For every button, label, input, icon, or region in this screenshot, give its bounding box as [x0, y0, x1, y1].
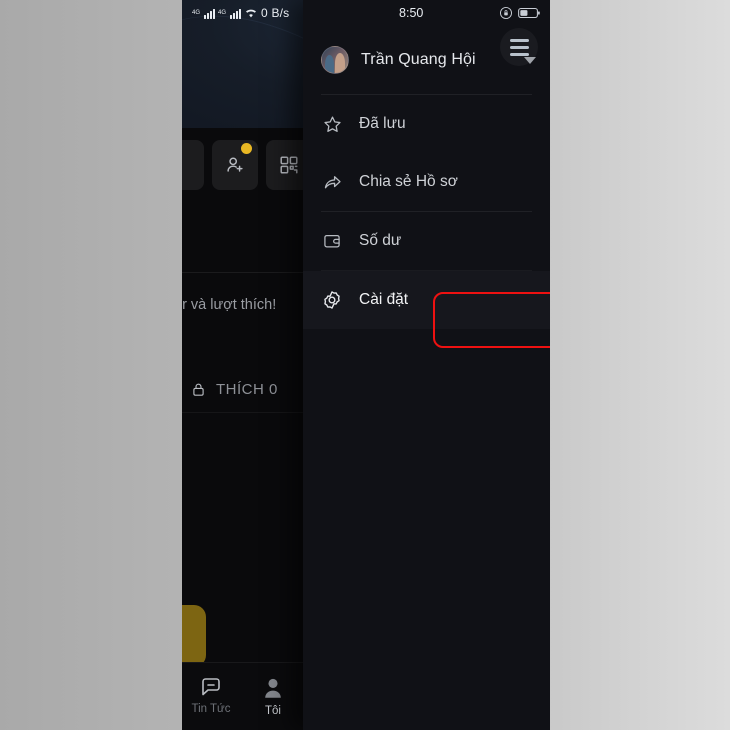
drawer-item-label: Số dư — [359, 232, 402, 249]
drawer-item-cai-dat[interactable]: Cài đặt — [303, 271, 550, 329]
drawer-item-label: Chia sẻ Hồ sơ — [359, 173, 458, 190]
status-bar-clock: 8:50 — [399, 6, 424, 20]
phone-screen: er và lượt thích! wer THÍCH 0 Tin Tức — [182, 0, 550, 730]
drawer-item-so-du[interactable]: Số dư — [303, 212, 550, 270]
hamburger-menu-icon — [509, 38, 529, 42]
star-icon — [321, 113, 343, 135]
gear-icon — [321, 289, 343, 311]
network-speed-label: 0 B/s — [261, 6, 290, 20]
nav-label-toi: Tôi — [265, 705, 281, 717]
share-arrow-icon — [321, 171, 343, 193]
action-chip-partial[interactable] — [182, 140, 204, 190]
add-friend-icon — [227, 157, 243, 172]
nav-item-toi[interactable]: Tôi — [238, 675, 308, 717]
floating-action-button[interactable] — [182, 605, 206, 667]
notification-badge-dot — [241, 143, 252, 154]
drawer-item-label: Cài đặt — [359, 291, 409, 308]
wifi-icon — [246, 9, 256, 18]
side-drawer-panel: Trần Quang Hội Đã lưu Chia sẻ Hồ sơ Số d… — [303, 0, 550, 730]
signal-strength-icon-1 — [204, 8, 216, 19]
nav-item-tin-tuc[interactable]: Tin Tức — [182, 675, 246, 715]
signal-label-1: 4G — [192, 10, 201, 16]
signal-label-2: 4G — [218, 10, 227, 16]
chat-bubble-icon — [202, 678, 220, 696]
post-text-line-1: er và lượt thích! — [182, 297, 277, 313]
status-bar-left: 4G 4G 0 B/s — [192, 6, 289, 20]
drawer-item-label: Đã lưu — [359, 115, 406, 132]
like-count-label: THÍCH 0 — [216, 381, 278, 398]
rotation-lock-icon — [499, 6, 513, 20]
qr-code-icon — [280, 156, 298, 174]
avatar[interactable] — [321, 46, 349, 74]
wallet-icon — [321, 230, 343, 252]
signal-strength-icon-2 — [230, 8, 242, 19]
profile-name: Trần Quang Hội — [361, 51, 476, 68]
add-friend-button[interactable] — [212, 140, 258, 190]
person-icon — [265, 678, 281, 698]
status-bar: 4G 4G 0 B/s 8:50 — [182, 0, 550, 26]
drawer-item-da-luu[interactable]: Đã lưu — [303, 95, 550, 153]
hamburger-menu-icon — [509, 52, 529, 56]
nav-label-tin-tuc: Tin Tức — [191, 703, 231, 715]
battery-icon — [518, 7, 540, 19]
like-row[interactable]: THÍCH 0 — [190, 381, 278, 398]
lock-icon — [193, 383, 204, 396]
status-bar-right — [499, 6, 540, 20]
hamburger-menu-button[interactable] — [500, 28, 538, 66]
drawer-item-chia-se-ho-so[interactable]: Chia sẻ Hồ sơ — [303, 153, 550, 211]
hamburger-menu-icon — [509, 45, 529, 49]
